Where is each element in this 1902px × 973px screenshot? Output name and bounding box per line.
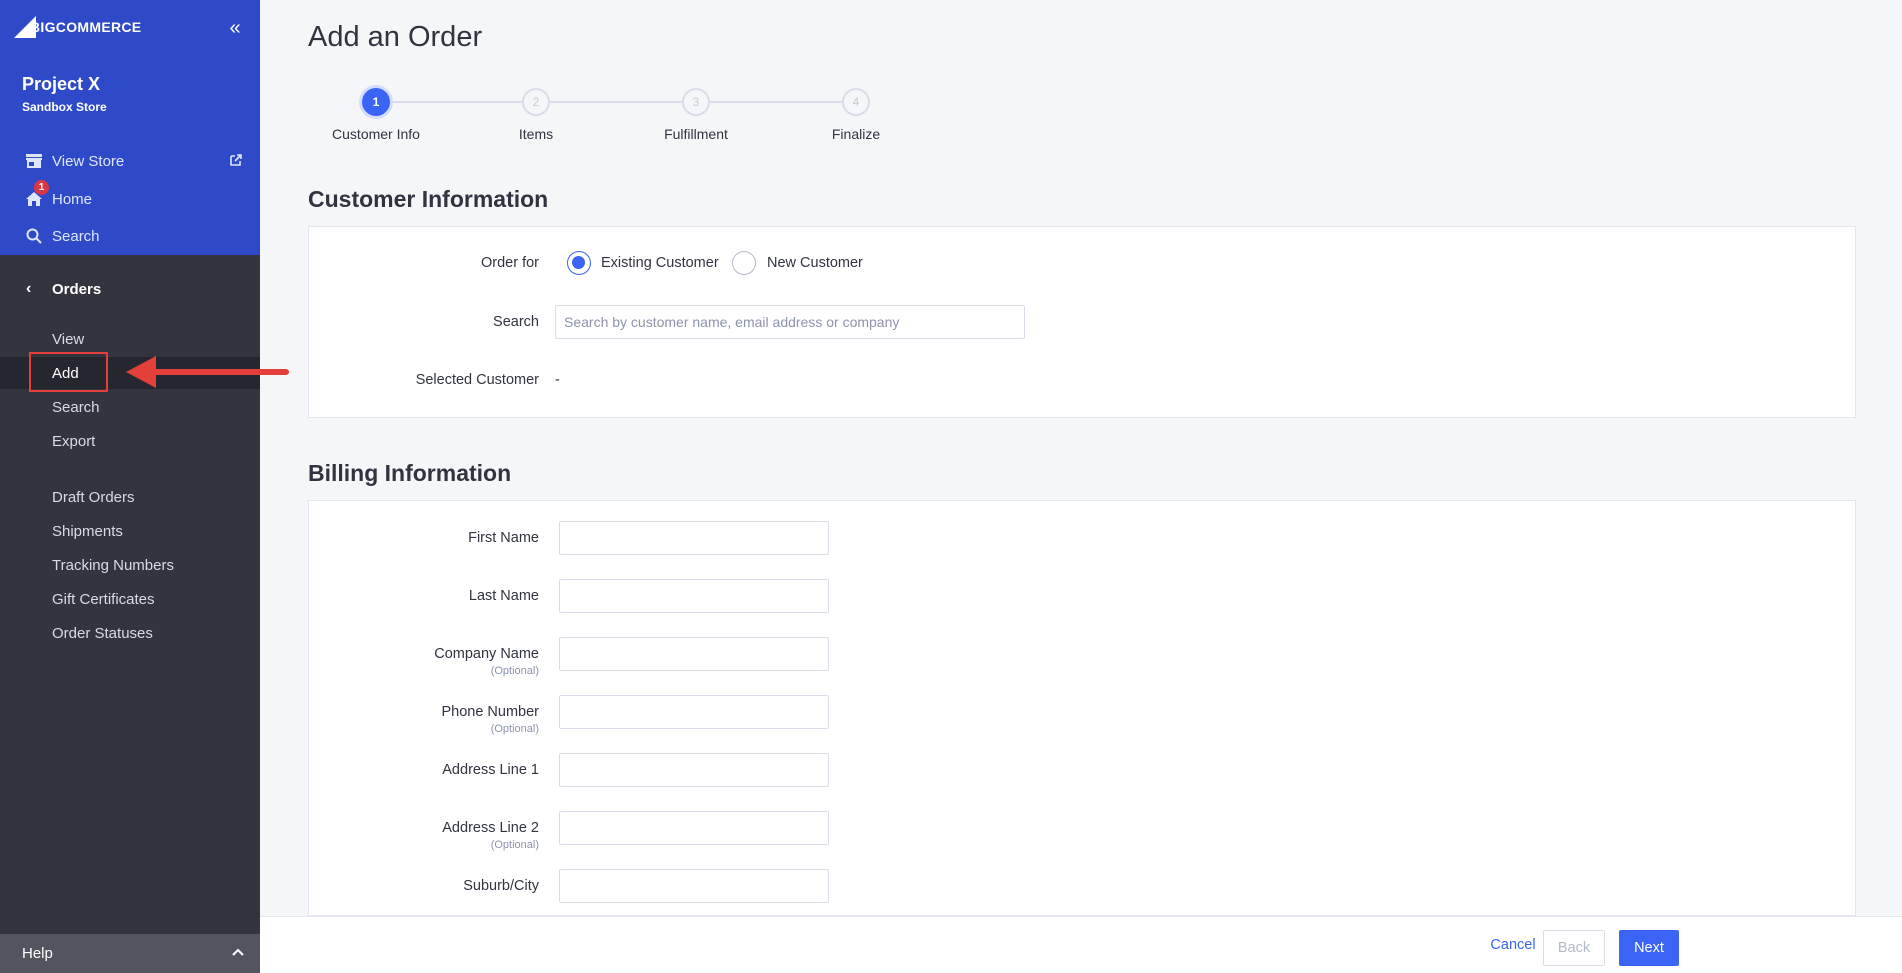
step-label: Finalize: [831, 126, 881, 142]
billing-info-panel: First Name Last Name Company Name (Optio…: [308, 500, 1856, 916]
step-items: 2 Items: [456, 88, 616, 142]
step-finalize: 4 Finalize: [776, 88, 936, 142]
sidebar-item-draft-orders-label: Draft Orders: [52, 488, 135, 506]
bigcommerce-logo[interactable]: BIGCOMMERCE: [14, 14, 141, 40]
order-stepper: 1 Customer Info 2 Items 3 Fulfillment 4 …: [308, 84, 908, 154]
customer-search-input[interactable]: [555, 305, 1025, 339]
cancel-button[interactable]: Cancel: [1478, 927, 1548, 963]
orders-section-header[interactable]: ‹ Orders: [0, 272, 260, 306]
sidebar-item-view-label: View: [52, 330, 85, 348]
search-icon: [24, 226, 44, 246]
existing-customer-label[interactable]: Existing Customer: [601, 255, 719, 271]
address-line-1-label: Address Line 1: [442, 762, 539, 778]
billing-info-title: Billing Information: [308, 460, 512, 486]
step-number: 4: [842, 88, 870, 116]
step-number: 2: [522, 88, 550, 116]
back-button[interactable]: Back: [1543, 930, 1605, 966]
sidebar-item-shipments-label: Shipments: [52, 522, 123, 540]
step-number: 1: [362, 88, 390, 116]
last-name-label: Last Name: [468, 588, 539, 604]
page-title: Add an Order: [308, 21, 483, 53]
sidebar-item-export-label: Export: [52, 432, 96, 450]
step-customer-info: 1 Customer Info: [296, 88, 456, 142]
new-customer-radio[interactable]: [732, 251, 756, 275]
phone-number-input[interactable]: [559, 695, 829, 729]
existing-customer-radio[interactable]: [567, 251, 591, 275]
sidebar-item-gift-certificates[interactable]: Gift Certificates: [0, 583, 260, 615]
collapse-sidebar-icon[interactable]: «: [224, 18, 246, 40]
step-label: Fulfillment: [664, 126, 728, 142]
address-line-2-label: Address Line 2: [442, 820, 539, 836]
store-name: Project X: [22, 74, 101, 94]
nav-home[interactable]: 1 Home: [0, 180, 260, 215]
annotation-arrow: [126, 356, 289, 388]
company-name-input[interactable]: [559, 637, 829, 671]
sidebar-item-order-statuses-label: Order Statuses: [52, 624, 153, 642]
sidebar-item-tracking-numbers-label: Tracking Numbers: [52, 556, 174, 574]
orders-section-title: Orders: [52, 280, 102, 298]
step-label: Items: [518, 126, 554, 142]
sidebar-item-gift-certificates-label: Gift Certificates: [52, 590, 155, 608]
nav-home-label: Home: [52, 190, 93, 208]
sidebar-item-shipments[interactable]: Shipments: [0, 515, 260, 547]
last-name-input[interactable]: [559, 579, 829, 613]
sidebar-item-view[interactable]: View: [0, 323, 260, 355]
nav-search[interactable]: Search: [0, 220, 260, 252]
nav-view-store[interactable]: View Store: [0, 145, 260, 177]
optional-hint: (Optional): [490, 723, 539, 735]
step-label: Customer Info: [332, 126, 420, 142]
nav-view-store-label: View Store: [52, 152, 125, 170]
chevron-left-icon: ‹: [26, 280, 32, 297]
sidebar-item-add-label: Add: [52, 364, 79, 382]
sidebar-item-order-statuses[interactable]: Order Statuses: [0, 617, 260, 649]
notification-badge: 1: [34, 180, 49, 195]
store-subtitle: Sandbox Store: [22, 100, 107, 114]
nav-search-label: Search: [52, 227, 100, 245]
help-bar[interactable]: Help: [0, 934, 260, 973]
selected-customer-label: Selected Customer: [415, 372, 539, 388]
optional-hint: (Optional): [490, 839, 539, 851]
action-footer: Cancel Back Next: [260, 916, 1902, 973]
external-link-icon: [229, 153, 245, 169]
sidebar-item-search[interactable]: Search: [0, 391, 260, 423]
customer-info-title: Customer Information: [308, 186, 549, 212]
selected-customer-value: -: [555, 372, 560, 388]
suburb-city-input[interactable]: [559, 869, 829, 903]
sidebar-item-search-label: Search: [52, 398, 100, 416]
address-line-2-input[interactable]: [559, 811, 829, 845]
order-for-label: Order for: [480, 255, 539, 271]
step-fulfillment: 3 Fulfillment: [616, 88, 776, 142]
phone-number-label: Phone Number: [441, 704, 539, 720]
sidebar: BIGCOMMERCE « Project X Sandbox Store Vi…: [0, 0, 260, 973]
company-name-label: Company Name: [434, 646, 539, 662]
chevron-up-icon: [230, 944, 246, 960]
help-label: Help: [22, 945, 53, 962]
address-line-1-input[interactable]: [559, 753, 829, 787]
customer-info-panel: Order for Existing Customer New Customer…: [308, 226, 1856, 418]
optional-hint: (Optional): [490, 665, 539, 677]
sidebar-item-draft-orders[interactable]: Draft Orders: [0, 481, 260, 513]
suburb-city-label: Suburb/City: [463, 878, 539, 894]
storefront-icon: [24, 151, 44, 171]
next-button[interactable]: Next: [1619, 930, 1679, 966]
sidebar-header: BIGCOMMERCE « Project X Sandbox Store Vi…: [0, 0, 260, 255]
logo-text: BIGCOMMERCE: [30, 19, 142, 35]
first-name-input[interactable]: [559, 521, 829, 555]
first-name-label: First Name: [468, 530, 539, 546]
search-label: Search: [493, 314, 539, 330]
sidebar-item-tracking-numbers[interactable]: Tracking Numbers: [0, 549, 260, 581]
step-number: 3: [682, 88, 710, 116]
sidebar-item-export[interactable]: Export: [0, 425, 260, 457]
new-customer-label[interactable]: New Customer: [767, 255, 863, 271]
